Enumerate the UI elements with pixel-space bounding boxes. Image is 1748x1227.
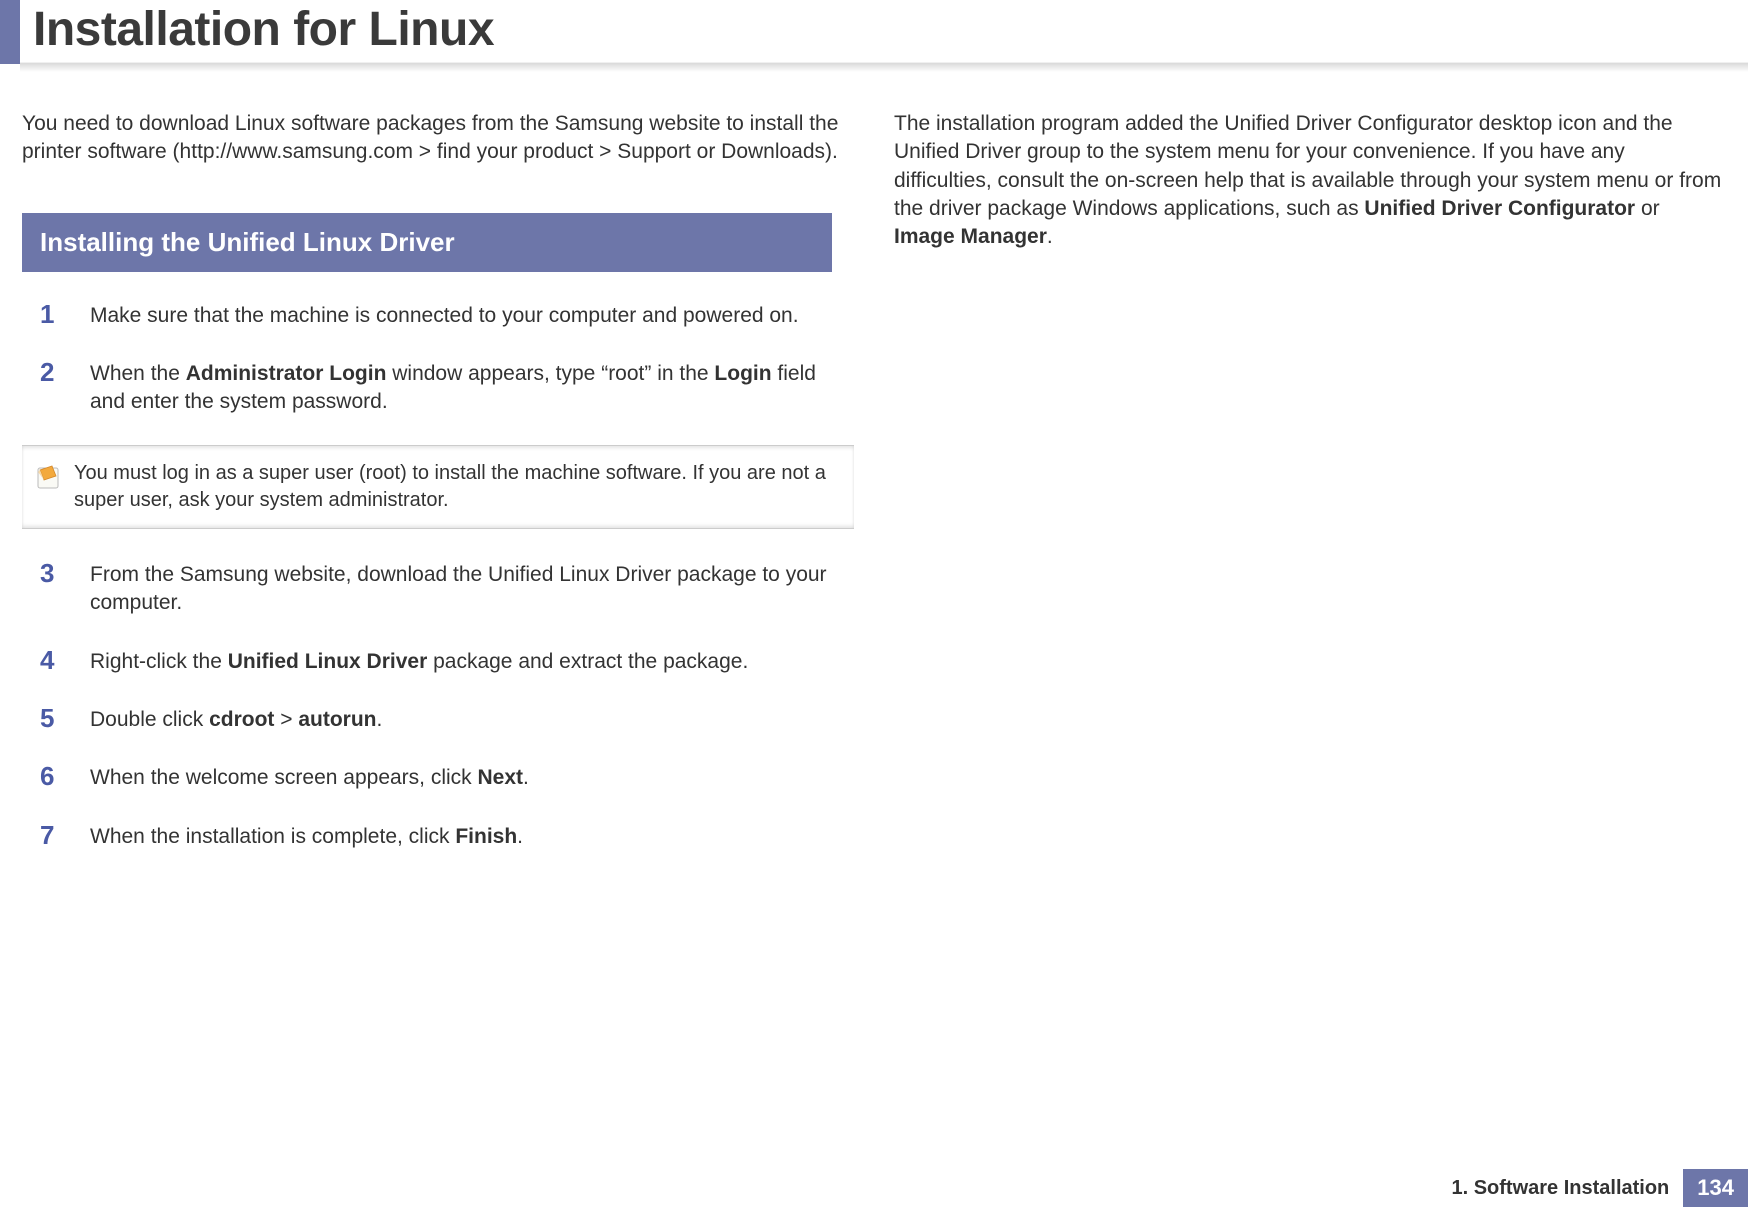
right-column: The installation program added the Unifi… [894, 110, 1726, 879]
text-fragment: or [1635, 197, 1660, 220]
step-number: 3 [40, 559, 90, 618]
right-paragraph: The installation program added the Unifi… [894, 110, 1726, 252]
section-heading: Installing the Unified Linux Driver [22, 213, 832, 272]
bold-text: Administrator Login [186, 362, 387, 385]
page-footer: 1. Software Installation 134 [1451, 1169, 1748, 1207]
text-fragment: . [517, 825, 523, 848]
step-3: 3 From the Samsung website, download the… [22, 559, 854, 618]
text-fragment: window appears, type “root” in the [386, 362, 714, 385]
text-fragment: . [1047, 225, 1053, 248]
text-fragment: Right-click the [90, 650, 228, 673]
footer-page-number: 134 [1683, 1169, 1748, 1207]
page-header: Installation for Linux [0, 0, 1748, 72]
step-text: When the welcome screen appears, click N… [90, 762, 854, 792]
step-text: Double click cdroot > autorun. [90, 704, 854, 734]
left-column: You need to download Linux software pack… [22, 110, 854, 879]
step-text: From the Samsung website, download the U… [90, 559, 854, 618]
bold-text: Unified Driver Configurator [1364, 197, 1635, 220]
intro-paragraph: You need to download Linux software pack… [22, 110, 854, 167]
content-columns: You need to download Linux software pack… [0, 72, 1748, 879]
text-fragment: . [376, 708, 382, 731]
step-5: 5 Double click cdroot > autorun. [22, 704, 854, 734]
step-2: 2 When the Administrator Login window ap… [22, 358, 854, 417]
header-accent-tab [0, 0, 20, 64]
note-icon [32, 462, 62, 492]
note-callout: You must log in as a super user (root) t… [22, 445, 854, 529]
step-number: 1 [40, 300, 90, 330]
text-fragment: When the [90, 362, 186, 385]
note-text: You must log in as a super user (root) t… [74, 460, 840, 514]
text-fragment: > [274, 708, 298, 731]
bold-text: Finish [455, 825, 517, 848]
step-number: 6 [40, 762, 90, 792]
step-number: 2 [40, 358, 90, 417]
bold-text: Unified Linux Driver [228, 650, 428, 673]
text-fragment: When the welcome screen appears, click [90, 766, 478, 789]
step-number: 7 [40, 821, 90, 851]
text-fragment: When the installation is complete, click [90, 825, 455, 848]
step-text: When the Administrator Login window appe… [90, 358, 854, 417]
text-fragment: . [523, 766, 529, 789]
step-text: Make sure that the machine is connected … [90, 300, 854, 330]
footer-chapter: 1. Software Installation [1451, 1177, 1683, 1200]
step-4: 4 Right-click the Unified Linux Driver p… [22, 646, 854, 676]
header-divider [20, 62, 1748, 72]
bold-text: Next [478, 766, 524, 789]
text-fragment: Double click [90, 708, 209, 731]
step-6: 6 When the welcome screen appears, click… [22, 762, 854, 792]
step-number: 4 [40, 646, 90, 676]
bold-text: Login [714, 362, 771, 385]
step-text: Right-click the Unified Linux Driver pac… [90, 646, 854, 676]
bold-text: autorun [298, 708, 376, 731]
text-fragment: package and extract the package. [427, 650, 748, 673]
step-1: 1 Make sure that the machine is connecte… [22, 300, 854, 330]
bold-text: Image Manager [894, 225, 1047, 248]
step-7: 7 When the installation is complete, cli… [22, 821, 854, 851]
page-title: Installation for Linux [0, 0, 1748, 57]
step-number: 5 [40, 704, 90, 734]
bold-text: cdroot [209, 708, 274, 731]
step-text: When the installation is complete, click… [90, 821, 854, 851]
